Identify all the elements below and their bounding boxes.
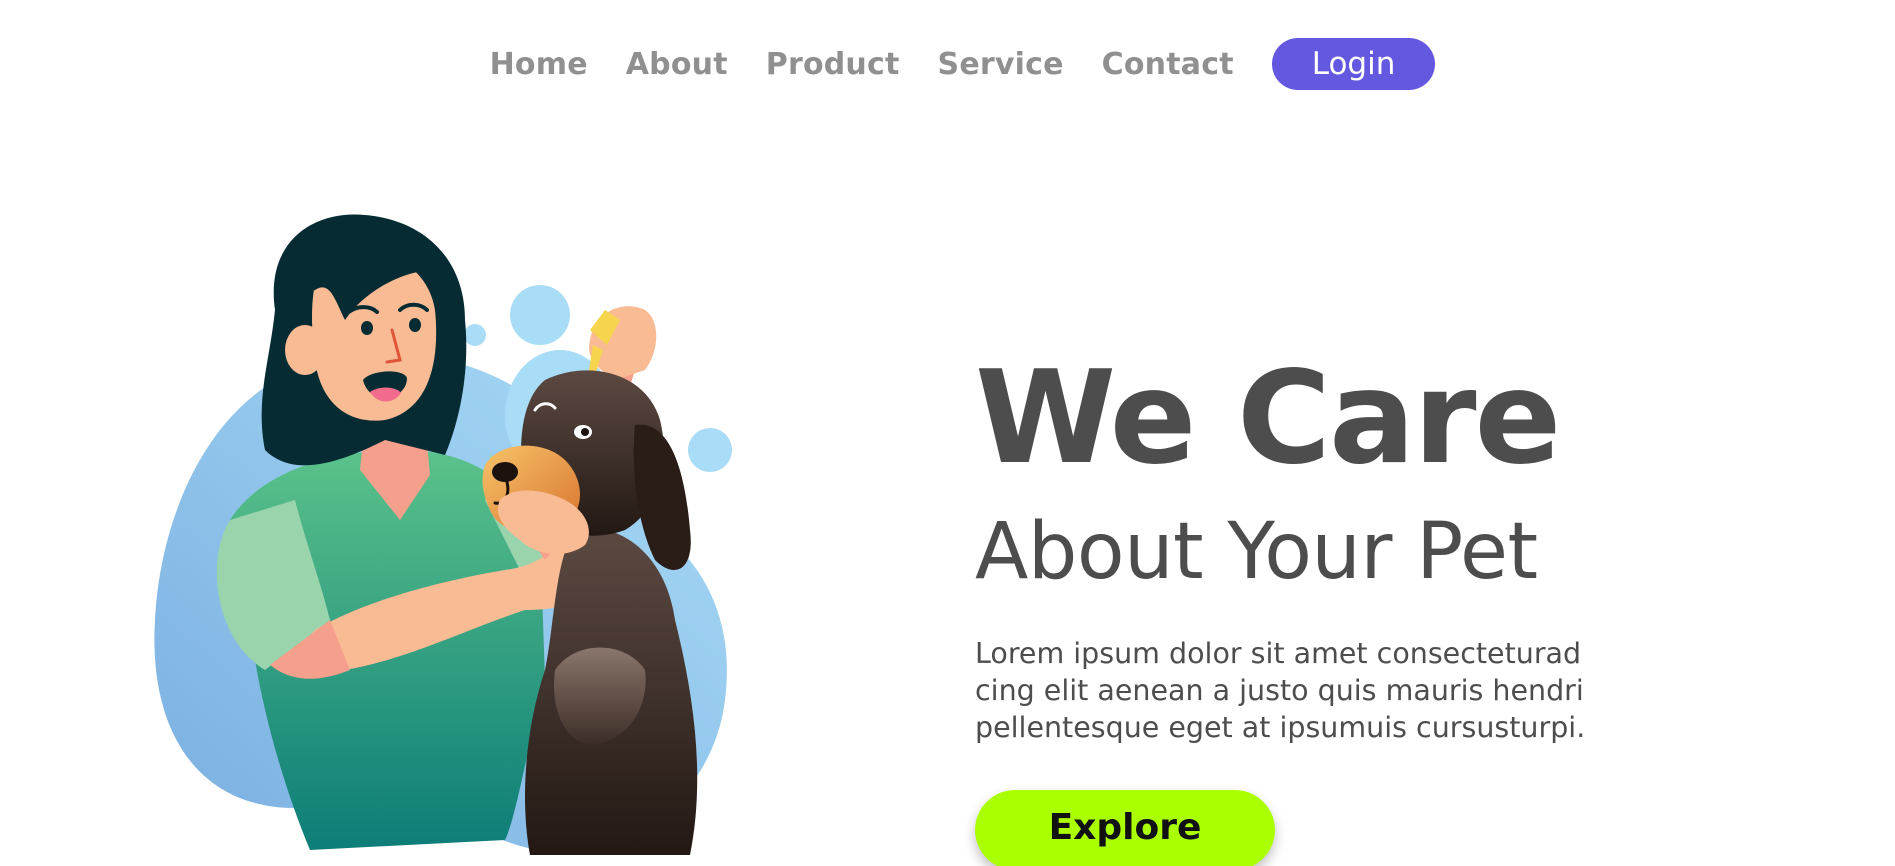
nav-link-contact[interactable]: Contact [1102,47,1234,82]
hero-subtitle: About Your Pet [975,507,1538,597]
nav-link-about[interactable]: About [626,47,728,82]
woman-dog-eyedrops-illustration [154,214,732,855]
hero-title: We Care [975,344,1561,493]
login-button[interactable]: Login [1271,38,1436,90]
nav-menu: Home About Product Service Contact Login [490,38,1436,90]
nav-link-service[interactable]: Service [938,47,1064,82]
hero-description: Lorem ipsum dolor sit amet consecteturad… [975,635,1675,746]
hero-description-line: cing elit aenean a justo quis mauris hen… [975,674,1584,707]
explore-button[interactable]: Explore [975,790,1275,866]
landing-page: Home About Product Service Contact Login [0,0,1895,866]
hero-section: We Care About Your Pet Lorem ipsum dolor… [975,355,1775,746]
top-navigation: Home About Product Service Contact Login [0,38,1895,90]
hero-description-line: Lorem ipsum dolor sit amet consecteturad [975,637,1582,670]
hero-description-line: pellentesque eget at ipsumuis cursusturp… [975,711,1586,744]
nav-link-product[interactable]: Product [766,47,900,82]
bubble-large [510,285,570,345]
nav-link-home[interactable]: Home [490,47,588,82]
bubble-small [464,324,486,346]
